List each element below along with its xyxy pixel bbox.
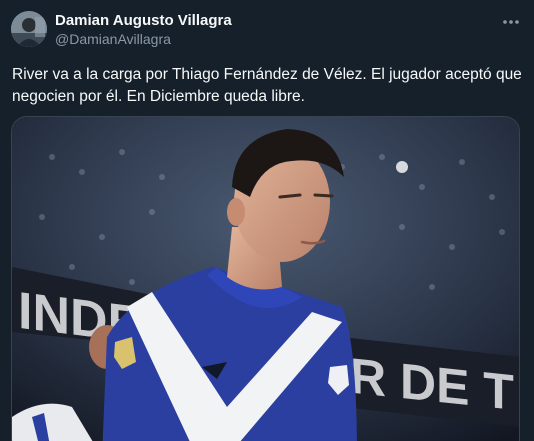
author-handle[interactable]: @DamianAvillagra — [55, 31, 171, 47]
more-options-button[interactable] — [498, 11, 524, 33]
author-avatar[interactable] — [11, 11, 47, 47]
tweet-text: River va a la carga por Thiago Fernández… — [12, 64, 522, 108]
tweet-card[interactable]: Damian Augusto Villagra @DamianAvillagra… — [0, 0, 534, 441]
tweet-text-line: River va a la carga por Thiago Fernández… — [12, 66, 522, 83]
author-name[interactable]: Damian Augusto Villagra — [55, 12, 232, 29]
tweet-media-photo[interactable]: INDE R DE T — [11, 116, 520, 441]
player-photo-icon: INDE R DE T — [12, 117, 519, 441]
profile-photo-icon — [11, 11, 47, 47]
more-dots-icon — [503, 20, 519, 24]
tweet-text-line: negocien por él. En Diciembre queda libr… — [12, 88, 305, 105]
